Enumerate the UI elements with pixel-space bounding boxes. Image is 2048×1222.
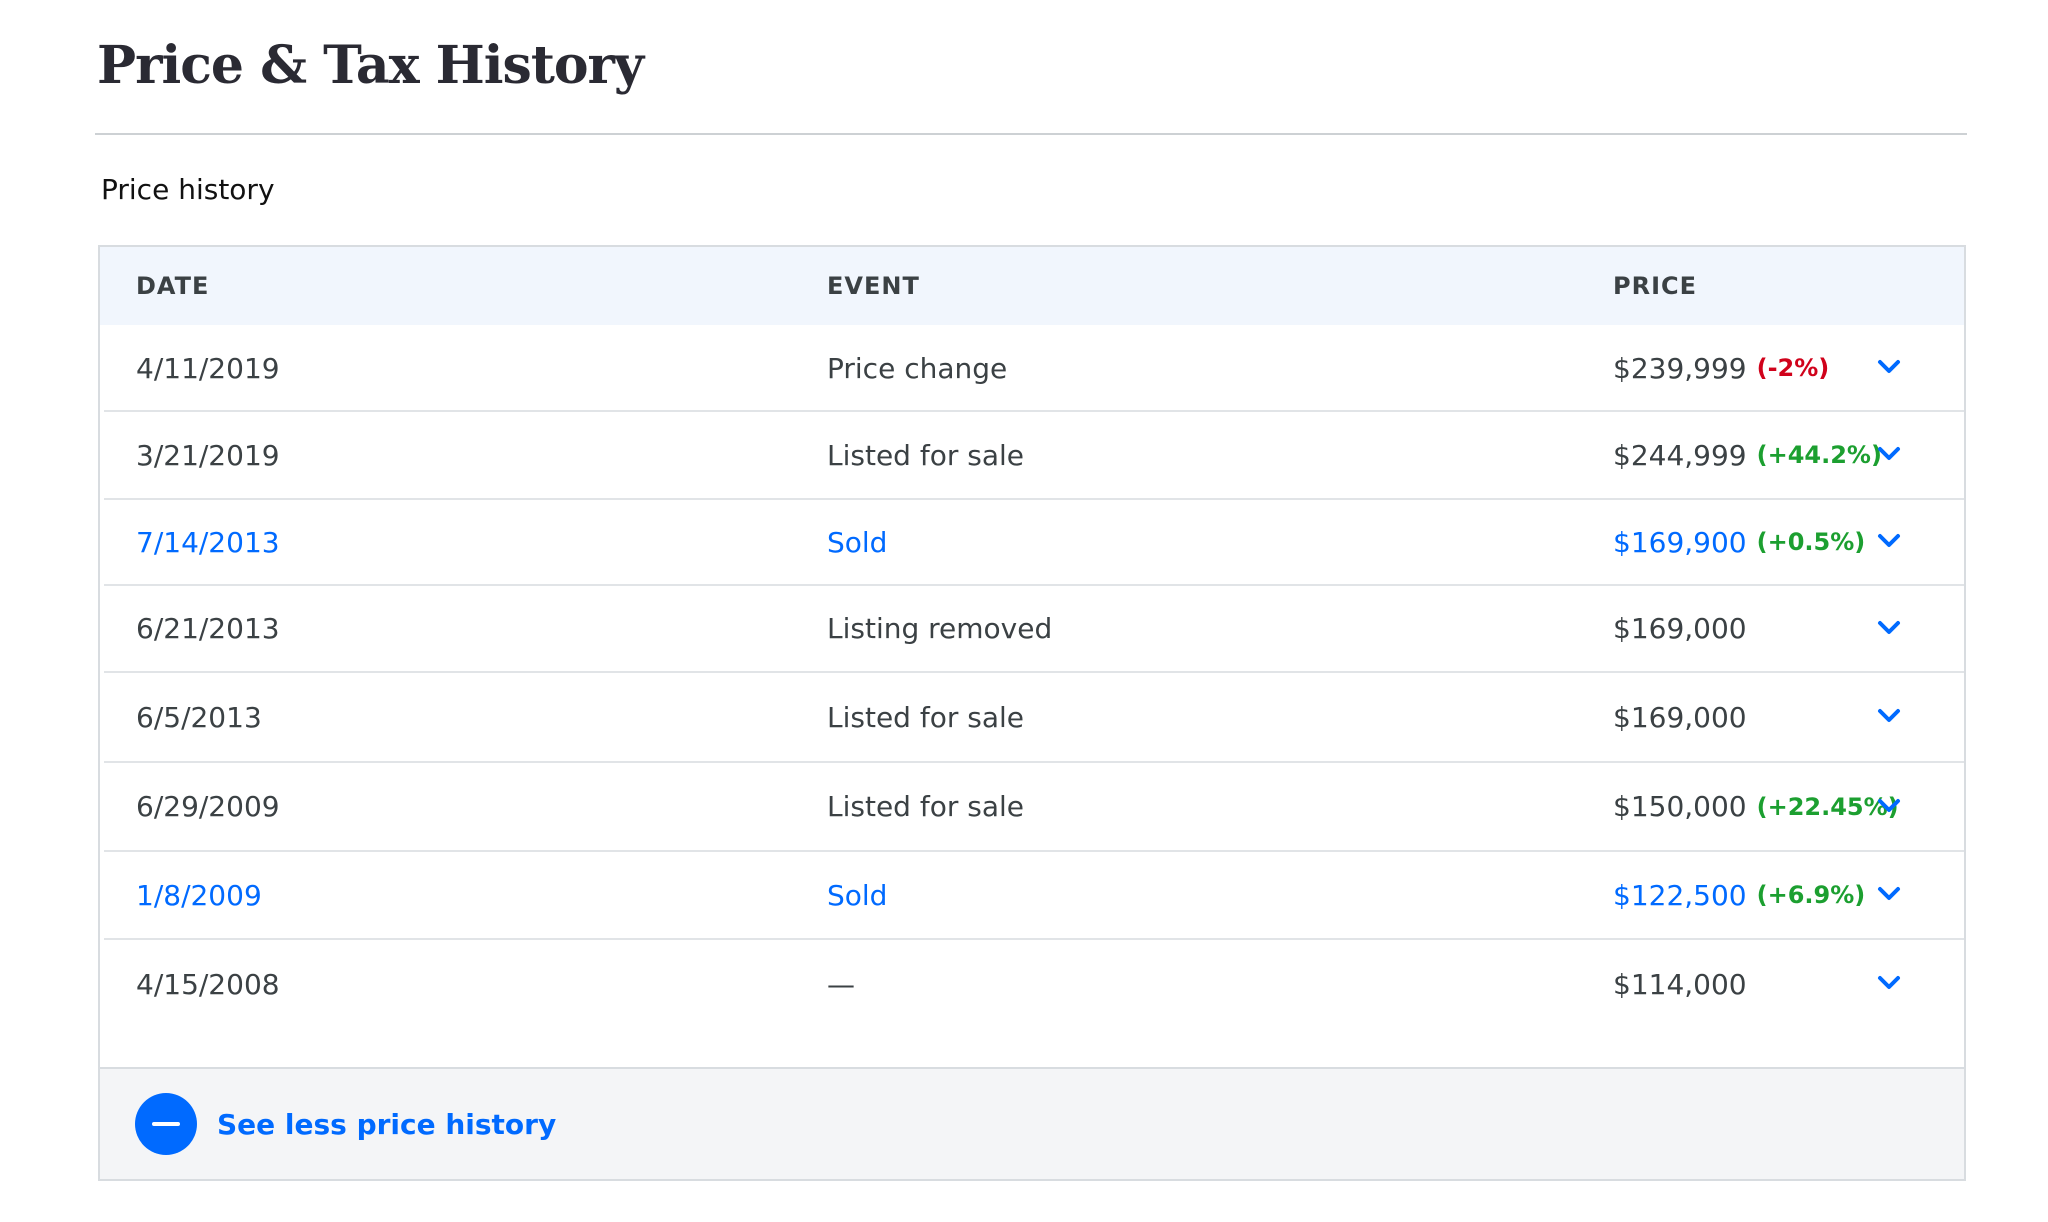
chevron-down-icon[interactable] (1874, 613, 1904, 643)
title-divider (95, 133, 1967, 135)
event-cell: Listed for sale (827, 438, 1024, 472)
price-link[interactable]: $169,900 (1613, 526, 1747, 559)
date-cell: 4/11/2019 (136, 351, 280, 385)
table-row[interactable]: 6/29/2009 Listed for sale $150,000 (+22.45%… (100, 762, 1964, 852)
table-row[interactable]: 3/21/2019 Listed for sale $244,999 (+44.2%) (100, 411, 1964, 500)
price-change-badge: (-2%) (1756, 354, 1830, 382)
price-history-table: DATE EVENT PRICE 4/11/2019 Price change $2… (98, 245, 1966, 1181)
price-cell: $169,900 (+0.5%) (1613, 499, 1865, 585)
date-cell: 6/29/2009 (136, 790, 280, 823)
date-cell: 3/21/2019 (136, 438, 280, 472)
price-cell: $244,999 (+44.2%) (1613, 411, 1882, 499)
price-change-badge: (+6.9%) (1756, 881, 1866, 909)
header-date: DATE (136, 272, 210, 300)
price-cell: $122,500 (+6.9%) (1613, 851, 1865, 939)
table-row[interactable]: 6/5/2013 Listed for sale $169,000 (100, 672, 1964, 763)
page-title: Price & Tax History (97, 35, 644, 96)
price-value: $150,000 (1613, 790, 1747, 823)
date-cell: 4/15/2008 (136, 967, 280, 1001)
date-link[interactable]: 1/8/2009 (136, 851, 262, 939)
table-row[interactable]: 6/21/2013 Listing removed $169,000 (100, 585, 1964, 673)
chevron-down-icon[interactable] (1874, 526, 1904, 556)
date-cell: 6/21/2013 (136, 612, 280, 645)
table-row[interactable]: 4/15/2008 — $114,000 (100, 939, 1964, 1029)
see-less-price-history-button[interactable]: See less price history (135, 1093, 556, 1155)
price-value: $114,000 (1613, 967, 1747, 1001)
header-price: PRICE (1613, 272, 1698, 300)
price-change-badge: (+0.5%) (1756, 528, 1866, 556)
table-row[interactable]: 1/8/2009 Sold $122,500 (+6.9%) (100, 851, 1964, 940)
date-cell: 6/5/2013 (136, 700, 262, 734)
price-link[interactable]: $122,500 (1613, 879, 1747, 912)
chevron-down-icon[interactable] (1874, 791, 1904, 821)
table-row[interactable]: 4/11/2019 Price change $239,999 (-2%) (100, 325, 1964, 412)
event-cell: — (827, 967, 855, 1001)
chevron-down-icon[interactable] (1874, 439, 1904, 469)
section-title-price-history: Price history (101, 173, 275, 206)
header-event: EVENT (827, 272, 920, 300)
chevron-down-icon[interactable] (1874, 701, 1904, 731)
price-cell: $239,999 (-2%) (1613, 325, 1829, 411)
see-less-label[interactable]: See less price history (217, 1108, 556, 1141)
price-value: $239,999 (1613, 351, 1747, 385)
price-cell: $150,000 (+22.45%) (1613, 762, 1899, 851)
event-link[interactable]: Sold (827, 499, 887, 585)
price-cell: $169,000 (1613, 585, 1747, 672)
event-cell: Listed for sale (827, 700, 1024, 734)
price-cell: $169,000 (1613, 672, 1747, 762)
chevron-down-icon[interactable] (1874, 879, 1904, 909)
date-link[interactable]: 7/14/2013 (136, 499, 280, 585)
event-cell: Listed for sale (827, 790, 1024, 823)
price-value: $244,999 (1613, 438, 1747, 472)
table-footer: See less price history (100, 1067, 1964, 1179)
price-change-badge: (+44.2%) (1756, 441, 1882, 469)
chevron-down-icon[interactable] (1874, 968, 1904, 998)
table-header: DATE EVENT PRICE (100, 247, 1964, 325)
table-row[interactable]: 7/14/2013 Sold $169,900 (+0.5%) (100, 499, 1964, 586)
event-link[interactable]: Sold (827, 851, 887, 939)
price-value: $169,000 (1613, 612, 1747, 645)
event-cell: Price change (827, 351, 1008, 385)
price-value: $169,000 (1613, 700, 1747, 734)
price-cell: $114,000 (1613, 939, 1747, 1029)
chevron-down-icon[interactable] (1874, 352, 1904, 382)
event-cell: Listing removed (827, 612, 1053, 645)
minus-circle-icon[interactable] (135, 1093, 197, 1155)
